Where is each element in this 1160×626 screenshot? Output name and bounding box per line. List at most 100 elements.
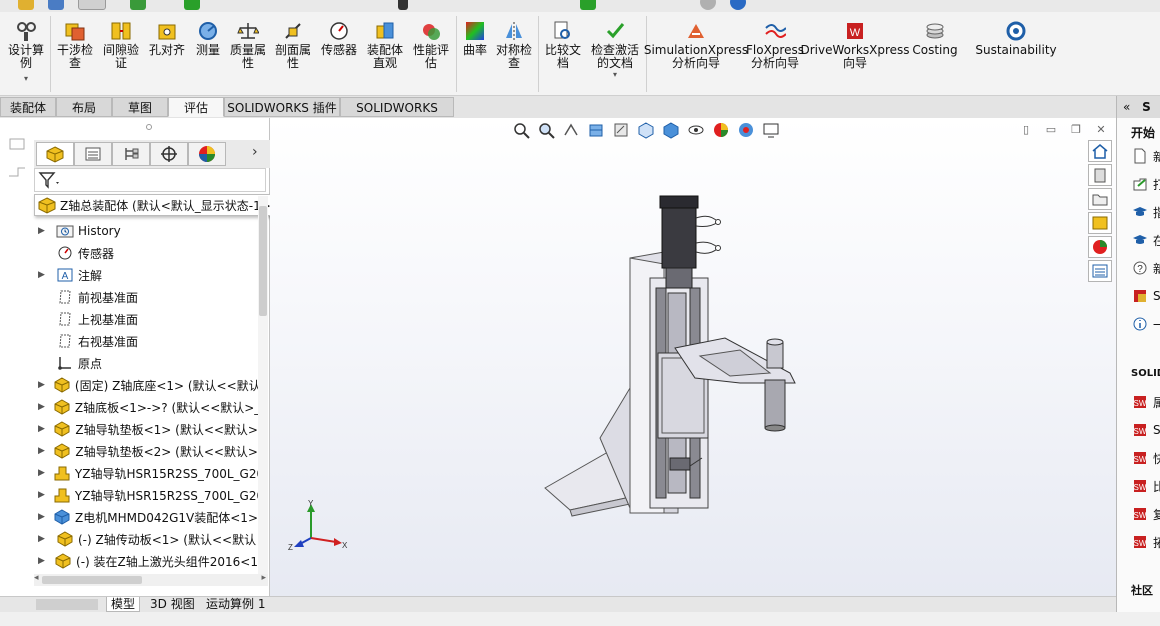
side-sketch-icon[interactable] (6, 164, 28, 180)
floxpress-button[interactable]: FloXpress 分析向导 (746, 20, 804, 70)
help-icon[interactable] (730, 0, 746, 10)
tab-solidworks-mbd[interactable]: SOLIDWORKS MBD (340, 97, 454, 135)
z-tool-icon[interactable] (398, 0, 408, 10)
tree-node[interactable]: ▶ Z轴底板<1>->? (默认<<默认>_ (0, 396, 258, 418)
options-icon[interactable] (700, 0, 716, 10)
panel-tabs-scroll-right-icon[interactable]: › (252, 144, 258, 160)
expand-arrow-icon[interactable]: ▶ (38, 380, 45, 390)
task-pane-start-item[interactable]: 一 (1131, 314, 1160, 334)
measure-button[interactable]: 测量 (190, 20, 226, 57)
custom-properties-icon[interactable] (1088, 260, 1112, 282)
task-pane-start-item[interactable]: 打 (1131, 174, 1160, 194)
task-pane-start-item[interactable]: ? 新 (1131, 258, 1160, 278)
tab-property-manager[interactable] (74, 142, 112, 166)
tree-node[interactable]: ▶ (固定) Z轴底座<1> (默认<<默认 (0, 374, 258, 396)
mass-properties-button[interactable]: 质量属 性 (226, 20, 270, 70)
tree-node[interactable]: ▶ YZ轴导轨HSR15R2SS_700L_G20 (0, 484, 258, 506)
tree-node[interactable]: ▶ Z轴导轨垫板<1> (默认<<默认> (0, 418, 258, 440)
tree-horizontal-scrollbar[interactable]: ◂ ▸ (34, 573, 268, 586)
check-doc-dropdown-icon[interactable]: ▾ (613, 70, 617, 79)
file-explorer-icon[interactable] (1088, 188, 1112, 210)
3d-model[interactable] (270, 118, 1116, 608)
tree-node[interactable]: ▶ Z电机MHMD042G1V装配体<1> (0, 506, 258, 528)
task-pane-solidworks-item[interactable]: SW 拓 (1131, 532, 1160, 552)
tab-display-manager[interactable] (188, 142, 226, 166)
expand-arrow-icon[interactable]: ▶ (38, 424, 45, 434)
new-icon[interactable] (18, 0, 34, 10)
tab-sketch[interactable]: 草图 (112, 97, 168, 117)
tab-motion-study-1[interactable]: 运动算例 1 (202, 597, 269, 612)
simulationxpress-button[interactable]: SimulationXpress 分析向导 (644, 20, 748, 70)
costing-button[interactable]: Costing (908, 20, 962, 57)
tab-evaluate[interactable]: 评估 (168, 97, 224, 117)
hole-alignment-button[interactable]: 孔对齐 (146, 20, 188, 57)
expand-arrow-icon[interactable]: ▶ (38, 468, 45, 478)
expand-arrow-icon[interactable]: ▶ (38, 446, 45, 456)
performance-evaluation-button[interactable]: 性能评 估 (410, 20, 452, 70)
design-study-button[interactable]: 设计算 例 ▾ (6, 20, 46, 83)
task-pane-solidworks-item[interactable]: SW 复 (1131, 504, 1160, 524)
tree-node[interactable]: ▶ A 注解 (0, 264, 258, 286)
task-pane-solidworks-item[interactable]: SW S (1131, 420, 1160, 440)
assembly-visualization-button[interactable]: 装配体 直观 (362, 20, 408, 70)
tree-filter[interactable] (34, 168, 266, 192)
scrollbar-thumb[interactable] (259, 206, 267, 316)
clearance-verification-button[interactable]: 间隙验 证 (100, 20, 142, 70)
tab-feature-manager[interactable] (36, 142, 74, 166)
task-pane-start-item[interactable]: 新 (1131, 146, 1160, 166)
section-properties-button[interactable]: 剖面属 性 (272, 20, 314, 70)
tab-3d-view[interactable]: 3D 视图 (146, 597, 199, 612)
tree-node[interactable]: 传感器 (0, 242, 258, 264)
side-tool-icon[interactable] (6, 136, 28, 152)
scroll-left-icon[interactable]: ◂ (34, 573, 39, 583)
scroll-right-icon[interactable]: ▸ (261, 573, 266, 583)
design-library-icon[interactable] (1088, 164, 1112, 186)
expand-arrow-icon[interactable]: ▶ (38, 534, 48, 544)
rebuild-icon[interactable] (130, 0, 146, 10)
curvature-button[interactable]: 曲率 (458, 20, 492, 57)
tab-dimxpert-manager[interactable] (150, 142, 188, 166)
task-pane-solidworks-item[interactable]: SW 属 (1131, 392, 1160, 412)
tree-node[interactable]: ▶ (-) 装在Z轴上激光头组件2016<1 (0, 550, 258, 572)
graphics-area[interactable]: ▯ ▭ ❐ ✕ Y X Z (270, 118, 1116, 608)
select-icon[interactable] (78, 0, 106, 10)
task-pane-start-item[interactable]: 指 (1131, 202, 1160, 222)
tree-node[interactable]: 右视基准面 (0, 330, 258, 352)
expand-arrow-icon[interactable]: ▶ (38, 270, 48, 280)
tree-vertical-scrollbar[interactable] (258, 196, 268, 576)
tree-node[interactable]: ▶ History (0, 220, 258, 242)
tab-scroll-arrows[interactable] (36, 599, 98, 610)
scrollbar-thumb[interactable] (42, 576, 142, 584)
sensor-button[interactable]: 传感器 (318, 20, 360, 57)
tree-node[interactable]: 前视基准面 (0, 286, 258, 308)
interference-detection-button[interactable]: 干涉检 查 (54, 20, 96, 70)
expand-arrow-icon[interactable]: ▶ (38, 402, 45, 412)
task-pane-start-item[interactable]: 在 (1131, 230, 1160, 250)
expand-arrow-icon[interactable]: ▶ (38, 512, 45, 522)
task-pane-home-icon[interactable] (1088, 140, 1112, 162)
tree-node[interactable]: 上视基准面 (0, 308, 258, 330)
collapse-task-pane-icon[interactable]: « (1123, 100, 1130, 114)
tree-node[interactable]: ▶ YZ轴导轨HSR15R2SS_700L_G20 (0, 462, 258, 484)
driveworksxpress-button[interactable]: W DriveWorksXpress 向导 (800, 20, 910, 70)
expand-arrow-icon[interactable]: ▶ (38, 226, 48, 236)
tab-configuration-manager[interactable] (112, 142, 150, 166)
design-study-dropdown-icon[interactable]: ▾ (24, 74, 28, 83)
tab-solidworks-addins[interactable]: SOLIDWORKS 插件 (224, 97, 340, 117)
appearances-icon[interactable] (1088, 236, 1112, 258)
check-active-document-button[interactable]: 检查激活 的文档 ▾ (588, 20, 642, 79)
expand-arrow-icon[interactable]: ▶ (38, 556, 46, 566)
open-icon[interactable] (48, 0, 64, 10)
tree-node[interactable]: ▶ (-) Z轴传动板<1> (默认<<默认 (0, 528, 258, 550)
symmetry-check-button[interactable]: 对称检 查 (494, 20, 534, 70)
task-pane-start-item[interactable]: S (1131, 286, 1160, 306)
tree-node[interactable]: ▶ Z轴导轨垫板<2> (默认<<默认> (0, 440, 258, 462)
sustainability-button[interactable]: Sustainability (975, 20, 1057, 57)
tab-model[interactable]: 模型 (106, 597, 141, 612)
tab-layout[interactable]: 布局 (56, 97, 112, 117)
compare-documents-button[interactable]: 比较文 档 (542, 20, 584, 70)
task-pane-solidworks-item[interactable]: SW 快 (1131, 448, 1160, 468)
panel-grip-icon[interactable] (146, 124, 152, 130)
expand-arrow-icon[interactable]: ▶ (38, 490, 45, 500)
tree-node[interactable]: 原点 (0, 352, 258, 374)
